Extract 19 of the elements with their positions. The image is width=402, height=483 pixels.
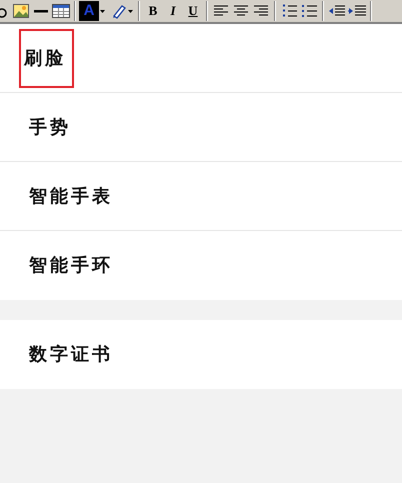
bold-button[interactable]: B — [143, 1, 163, 21]
image-icon[interactable] — [13, 3, 29, 19]
list-item[interactable]: 手势 — [24, 112, 76, 142]
list-item[interactable]: 智能手表 — [24, 180, 118, 212]
caret-icon[interactable] — [100, 10, 105, 12]
italic-button[interactable]: I — [163, 1, 183, 21]
bullet-list-icon[interactable] — [301, 4, 317, 18]
caret-icon[interactable] — [128, 10, 133, 12]
list-item[interactable]: 智能手环 — [24, 250, 118, 281]
underline-button[interactable]: U — [183, 1, 203, 21]
align-left-icon[interactable] — [214, 5, 228, 17]
outdent-icon[interactable] — [329, 5, 345, 17]
pen-icon[interactable] — [111, 3, 127, 19]
align-right-icon[interactable] — [254, 5, 268, 17]
list-item[interactable]: 刷脸 — [19, 28, 74, 88]
indent-icon[interactable] — [348, 5, 366, 17]
align-center-icon[interactable] — [234, 5, 248, 17]
table-icon[interactable] — [52, 3, 70, 19]
list-item[interactable]: 数字证书 — [24, 339, 118, 370]
